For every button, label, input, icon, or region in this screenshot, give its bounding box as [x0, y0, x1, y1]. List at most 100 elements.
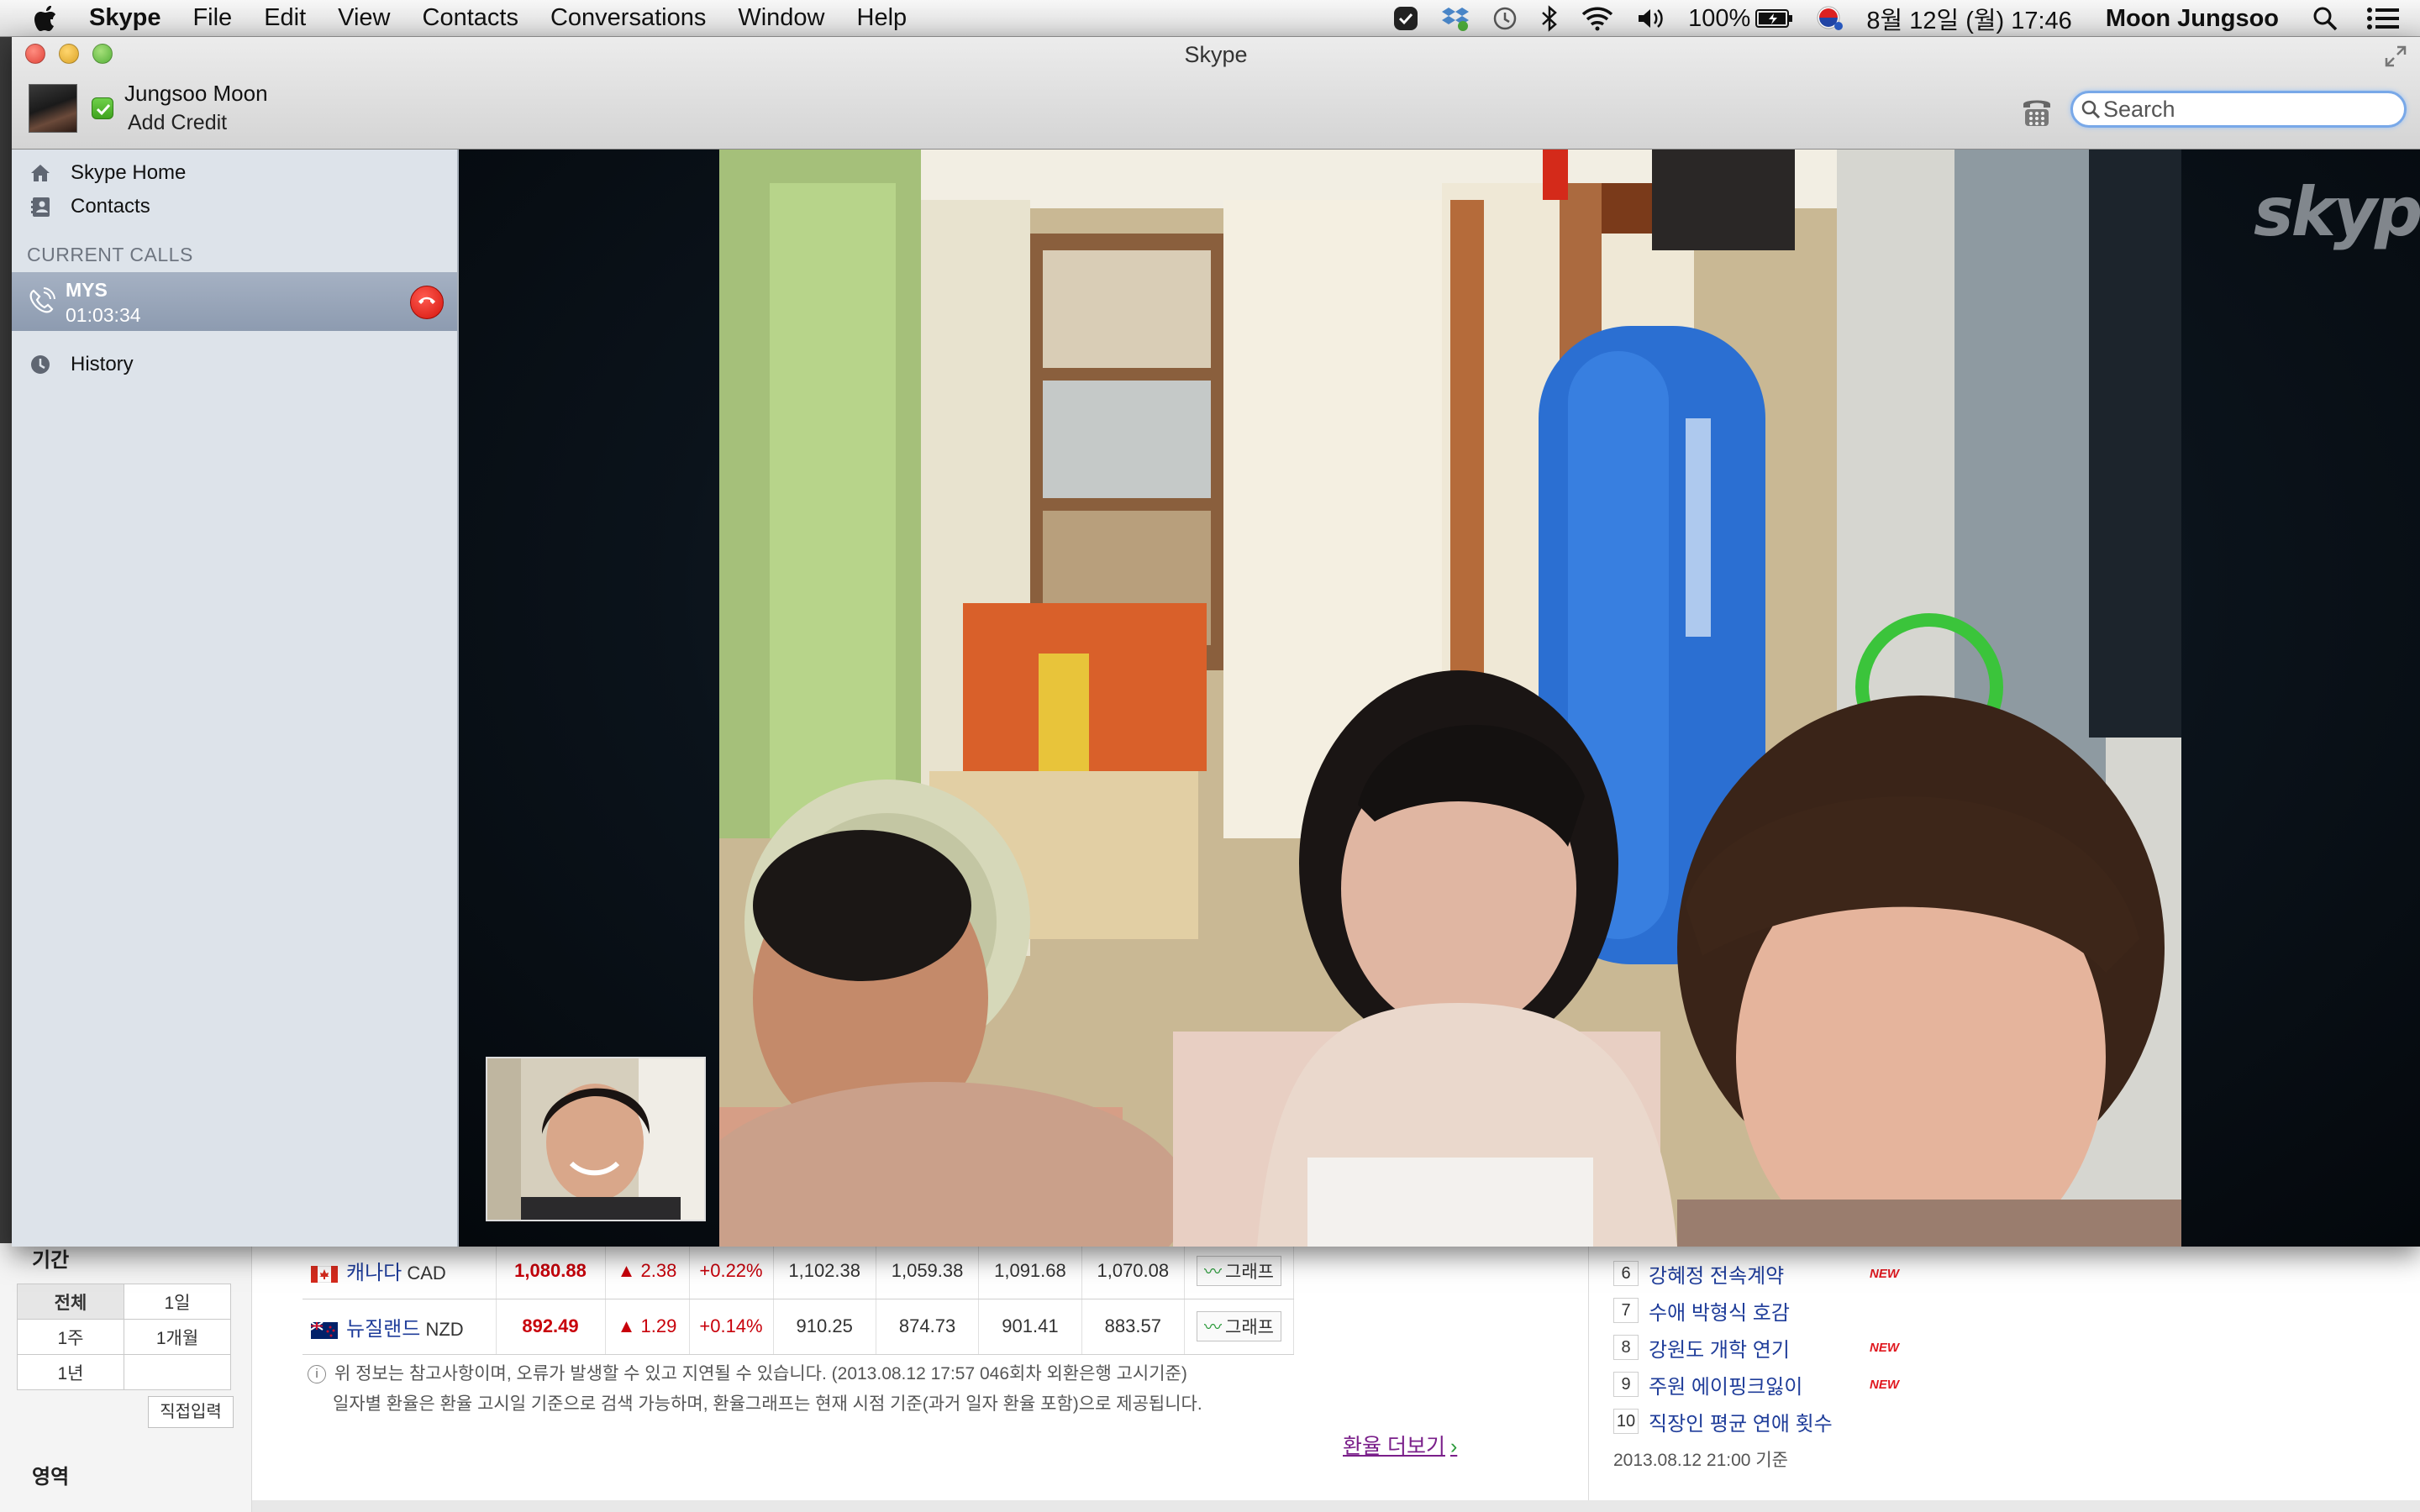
period-title: 기간	[32, 1249, 70, 1272]
wifi-icon[interactable]	[1581, 6, 1614, 31]
menubar-datetime[interactable]: 8월 12일 (월) 17:46	[1866, 1, 2071, 36]
column-divider	[1588, 1243, 1589, 1512]
new-zealand-flag-icon	[310, 1320, 338, 1339]
sidebar-item-label: Contacts	[71, 195, 150, 218]
dropbox-icon[interactable]	[1441, 5, 1470, 32]
search-input[interactable]	[2103, 95, 2397, 123]
fullscreen-icon[interactable]	[2383, 44, 2408, 69]
dialpad-icon[interactable]	[2018, 92, 2055, 129]
notification-center-icon[interactable]	[2366, 6, 2400, 31]
current-call-item[interactable]: MYS 01:03:34	[12, 272, 457, 331]
spotlight-icon[interactable]	[2312, 6, 2338, 31]
menu-window[interactable]: Window	[738, 4, 824, 32]
graph-button[interactable]: 〰 그래프	[1197, 1311, 1281, 1341]
period-option-all[interactable]: 전체	[17, 1284, 124, 1320]
rate-price: 892.49	[496, 1299, 606, 1355]
volume-icon[interactable]	[1636, 6, 1666, 31]
ranking-timestamp: 2013.08.12 21:00 기준	[1613, 1451, 1788, 1470]
menu-edit[interactable]: Edit	[264, 4, 306, 32]
bluetooth-icon[interactable]	[1540, 5, 1559, 32]
list-item[interactable]: 8 강원도 개학 연기 NEW	[1613, 1329, 1899, 1366]
currency-country[interactable]: 뉴질랜드	[346, 1318, 420, 1341]
menu-app-skype[interactable]: Skype	[89, 4, 160, 32]
chart-icon: 〰	[1204, 1262, 1223, 1282]
list-item[interactable]: 7 수애 박형식 호감	[1613, 1292, 1899, 1329]
rate-change: ▲ 1.29	[605, 1299, 690, 1355]
add-credit-link[interactable]: Add Credit	[128, 111, 227, 135]
sidebar-item-label: Skype Home	[71, 161, 187, 184]
menubar-user-name[interactable]: Moon Jungsoo	[2106, 5, 2279, 33]
avatar[interactable]	[29, 84, 77, 133]
menu-view[interactable]: View	[338, 4, 390, 32]
menu-conversations[interactable]: Conversations	[550, 4, 706, 32]
window-titlebar: Skype Jungsoo Moon Add Credit	[12, 37, 2420, 150]
sidebar: Skype Home Contacts CURRENT CALLS MYS 01…	[12, 150, 459, 1247]
graph-button-label: 그래프	[1225, 1318, 1274, 1337]
graph-button[interactable]: 〰 그래프	[1197, 1255, 1281, 1286]
period-option-1year[interactable]: 1년	[17, 1354, 124, 1390]
period-options-table: 전체 1일 1주 1개월 1년	[17, 1284, 231, 1390]
home-icon	[31, 165, 50, 181]
rank-text[interactable]: 강혜정 전속계약	[1649, 1259, 1870, 1289]
list-item[interactable]: 9 주원 에이핑크잃이 NEW	[1613, 1366, 1899, 1403]
currency-name-cell: 캐나다 CAD	[302, 1243, 497, 1299]
sidebar-item-skype-home[interactable]: Skype Home	[12, 156, 457, 190]
menu-contacts[interactable]: Contacts	[423, 4, 518, 32]
current-calls-heading: CURRENT CALLS	[27, 244, 193, 265]
background-web-page: 기간 전체 1일 1주 1개월 1년 직접입력 영역 캐나다 CAD 1,080…	[0, 1243, 2420, 1512]
period-option-1week[interactable]: 1주	[17, 1319, 124, 1355]
skype-status-icon[interactable]	[1392, 5, 1419, 32]
graph-cell: 〰 그래프	[1184, 1243, 1294, 1299]
currency-country[interactable]: 캐나다	[346, 1262, 402, 1284]
skype-watermark-logo: skype	[2254, 173, 2420, 251]
rank-text[interactable]: 수애 박형식 호감	[1649, 1296, 1899, 1326]
chart-icon: 〰	[1204, 1318, 1223, 1337]
direct-input-button[interactable]: 직접입력	[148, 1396, 234, 1428]
hang-up-button[interactable]	[410, 286, 444, 319]
skype-window: Skype Jungsoo Moon Add Credit Skype Home…	[12, 37, 2420, 1247]
graph-button-label: 그래프	[1225, 1262, 1274, 1282]
self-video-scene	[487, 1058, 704, 1220]
self-video-preview[interactable]	[486, 1057, 706, 1221]
more-rates-label: 환율 더보기	[1343, 1435, 1445, 1458]
disclaimer-line-1: 위 정보는 참고사항이며, 오류가 발생할 수 있고 지연될 수 있습니다. (…	[334, 1364, 1187, 1383]
canada-flag-icon	[310, 1265, 339, 1284]
new-badge: NEW	[1870, 1377, 1899, 1392]
online-status-icon[interactable]	[92, 97, 113, 119]
input-source-flag-icon[interactable]	[1816, 5, 1844, 32]
menu-file[interactable]: File	[192, 4, 232, 32]
period-option-1month[interactable]: 1개월	[124, 1319, 231, 1355]
search-icon	[2081, 100, 2101, 119]
time-machine-icon[interactable]	[1491, 5, 1518, 32]
sidebar-item-history[interactable]: History	[12, 348, 457, 381]
table-row: 뉴질랜드 NZD 892.49 ▲ 1.29 +0.14% 910.25 874…	[302, 1299, 1294, 1355]
area-title: 영역	[32, 1466, 70, 1488]
profile-name[interactable]: Jungsoo Moon	[124, 81, 268, 107]
page-bottom-strip	[252, 1500, 2420, 1512]
rate-receive: 1,070.08	[1081, 1243, 1186, 1299]
search-field[interactable]	[2070, 91, 2407, 128]
call-contact-name: MYS	[66, 279, 108, 301]
battery-icon[interactable]	[1755, 8, 1794, 29]
rank-text[interactable]: 주원 에이핑크잃이	[1649, 1370, 1870, 1399]
more-rates-link[interactable]: 환율 더보기 ›	[1343, 1430, 1457, 1460]
rank-text[interactable]: 강원도 개학 연기	[1649, 1333, 1870, 1362]
remote-video-feed[interactable]	[719, 150, 2181, 1247]
rank-text[interactable]: 직장인 평균 연애 횟수	[1649, 1407, 1899, 1436]
rank-number: 6	[1613, 1261, 1639, 1286]
contacts-book-icon	[31, 197, 50, 217]
period-option-1day[interactable]: 1일	[124, 1284, 231, 1320]
rate-cash-sell: 874.73	[876, 1299, 980, 1355]
battery-percent[interactable]: 100%	[1688, 5, 1750, 33]
graph-cell: 〰 그래프	[1184, 1299, 1294, 1355]
rank-number: 7	[1613, 1298, 1639, 1323]
list-item[interactable]: 10 직장인 평균 연애 횟수	[1613, 1403, 1899, 1440]
video-call-area[interactable]: skype	[459, 150, 2420, 1247]
list-item[interactable]: 6 강혜정 전속계약 NEW	[1613, 1255, 1899, 1292]
new-badge: NEW	[1870, 1266, 1899, 1281]
menu-help[interactable]: Help	[857, 4, 908, 32]
table-row: 캐나다 CAD 1,080.88 ▲ 2.38 +0.22% 1,102.38 …	[302, 1243, 1294, 1299]
sidebar-item-contacts[interactable]: Contacts	[12, 190, 457, 223]
apple-menu-icon[interactable]	[30, 3, 59, 34]
menu-bar: Skype File Edit View Contacts Conversati…	[0, 0, 2420, 37]
